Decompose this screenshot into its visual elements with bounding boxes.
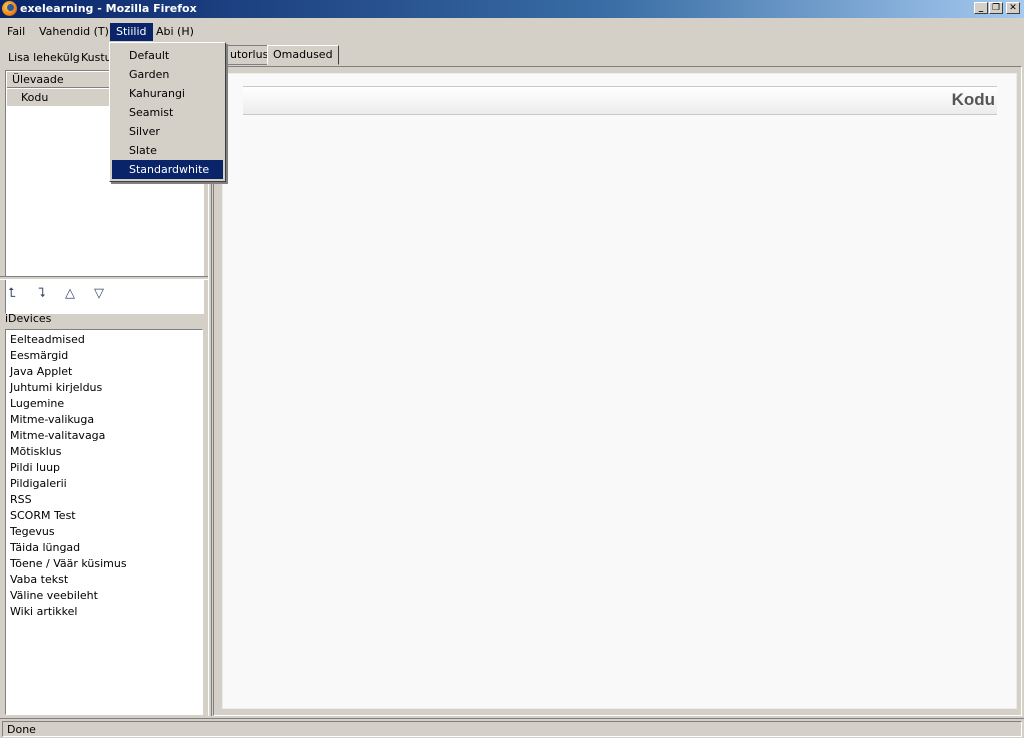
menu-help[interactable]: Abi (H) — [150, 23, 200, 41]
status-text: Done — [2, 721, 1022, 737]
style-option-silver[interactable]: Silver — [112, 122, 223, 141]
styles-menu-dropdown: Default Garden Kahurangi Seamist Silver … — [109, 42, 226, 182]
idevice-item[interactable]: Vaba tekst — [6, 572, 202, 588]
promote-arrow-icon[interactable]: ⮤ — [4, 286, 20, 302]
style-option-default[interactable]: Default — [112, 46, 223, 65]
idevice-item[interactable]: Mõtisklus — [6, 444, 202, 460]
content-frame: Kodu — [213, 66, 1022, 716]
firefox-icon — [2, 1, 17, 16]
add-page-button[interactable]: Lisa lehekülg — [4, 48, 84, 68]
idevice-item[interactable]: Juhtumi kirjeldus — [6, 380, 202, 396]
idevice-item[interactable]: Eelteadmised — [6, 332, 202, 348]
demote-arrow-icon[interactable]: ⮧ — [34, 286, 50, 302]
window-title-bar[interactable]: exelearning - Mozilla Firefox _ ❐ ✕ — [0, 0, 1024, 18]
idevice-item[interactable]: Väline veebileht — [6, 588, 202, 604]
move-down-icon[interactable]: ▽ — [91, 286, 107, 302]
menu-file[interactable]: Fail — [1, 23, 31, 41]
window-title: exelearning - Mozilla Firefox — [20, 2, 197, 15]
style-option-seamist[interactable]: Seamist — [112, 103, 223, 122]
idevice-item[interactable]: RSS — [6, 492, 202, 508]
idevice-item[interactable]: Lugemine — [6, 396, 202, 412]
idevice-item[interactable]: SCORM Test — [6, 508, 202, 524]
idevice-item[interactable]: Tõene / Väär küsimus — [6, 556, 202, 572]
menu-tools[interactable]: Vahendid (T) — [33, 23, 115, 41]
idevice-item[interactable]: Tegevus — [6, 524, 202, 540]
style-option-standardwhite[interactable]: Standardwhite — [112, 160, 223, 179]
page-title: Kodu — [951, 90, 995, 109]
idevice-item[interactable]: Mitme-valitavaga — [6, 428, 202, 444]
page-header: Kodu — [243, 86, 997, 115]
tab-properties[interactable]: Omadused — [267, 45, 339, 65]
idevice-item[interactable]: Mitme-valikuga — [6, 412, 202, 428]
menu-styles[interactable]: Stiilid — [110, 23, 153, 41]
move-up-icon[interactable]: △ — [62, 286, 78, 302]
style-option-kahurangi[interactable]: Kahurangi — [112, 84, 223, 103]
panel-divider[interactable] — [0, 276, 208, 280]
style-option-garden[interactable]: Garden — [112, 65, 223, 84]
restore-button[interactable]: ❐ — [989, 2, 1003, 14]
idevice-item[interactable]: Täida lüngad — [6, 540, 202, 556]
status-bar: Done — [0, 718, 1024, 738]
idevices-list: Eelteadmised Eesmärgid Java Applet Juhtu… — [5, 329, 203, 715]
close-button[interactable]: ✕ — [1006, 2, 1020, 14]
page-content: Kodu — [222, 73, 1017, 709]
idevice-item[interactable]: Wiki artikkel — [6, 604, 202, 620]
menu-bar: Fail Vahendid (T) Stiilid Abi (H) — [0, 20, 1024, 42]
idevice-item[interactable]: Pildi luup — [6, 460, 202, 476]
idevices-label: iDevices — [5, 312, 52, 325]
node-move-toolbar: ⮤ ⮧ △ ▽ — [0, 284, 208, 304]
idevice-item[interactable]: Java Applet — [6, 364, 202, 380]
minimize-button[interactable]: _ — [974, 2, 988, 14]
style-option-slate[interactable]: Slate — [112, 141, 223, 160]
idevice-item[interactable]: Eesmärgid — [6, 348, 202, 364]
idevice-item[interactable]: Pildigalerii — [6, 476, 202, 492]
